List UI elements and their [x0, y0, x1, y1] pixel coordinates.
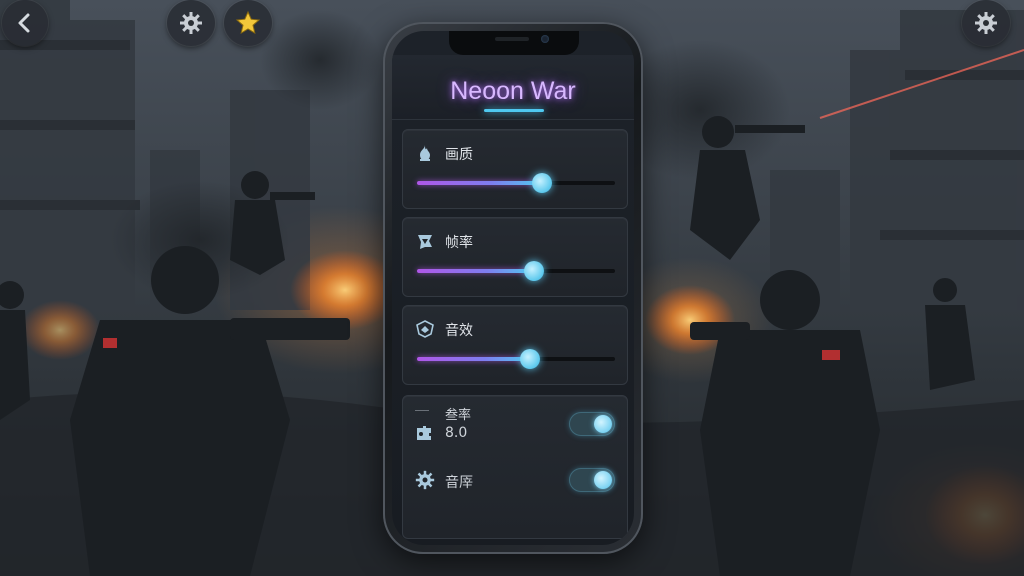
toggle-switch-2[interactable] — [569, 468, 615, 492]
slider-fill — [417, 357, 530, 361]
setting-card-toggles: 叁率 8.0 音厗 — [402, 395, 628, 539]
toggle-row-value-1: 8.0 — [445, 425, 468, 441]
settings-button-right[interactable] — [962, 0, 1010, 46]
game-title: Neoon War — [450, 77, 576, 105]
phone-frame: Neoon War 画质 帧率 音效 叁率 8.0 音厗 — [383, 22, 643, 554]
slider-thumb[interactable] — [523, 261, 544, 281]
emblem-icon — [418, 235, 432, 249]
star-icon — [235, 10, 261, 35]
toggle-switch-1[interactable] — [569, 412, 615, 436]
gear-icon — [415, 470, 435, 490]
setting-label-sound-effects: 音效 — [445, 323, 473, 339]
phone-notch — [449, 31, 579, 55]
speaker-grille — [495, 37, 529, 41]
gear-icon — [975, 12, 997, 34]
toggle-knob — [594, 471, 612, 489]
back-button[interactable] — [2, 0, 48, 46]
toggle-row-label-2: 音厗 — [445, 475, 473, 491]
chevron-left-icon — [18, 13, 30, 33]
flame-icon — [420, 145, 430, 161]
setting-card-framerate: 帧率 — [402, 217, 628, 297]
sound-effects-slider[interactable] — [417, 349, 615, 369]
setting-card-graphics: 画质 — [402, 129, 628, 209]
divider-dash — [415, 410, 429, 411]
slider-fill — [417, 269, 534, 273]
phone-screen: Neoon War 画质 帧率 音效 叁率 8.0 音厗 — [392, 31, 634, 545]
shield-icon — [416, 320, 434, 338]
slider-thumb[interactable] — [531, 173, 552, 193]
toggle-row-label-1: 叁率 — [445, 408, 472, 423]
puzzle-icon — [417, 426, 431, 440]
toggle-knob — [594, 415, 612, 433]
gear-icon — [180, 12, 202, 34]
slider-fill — [417, 181, 542, 185]
graphics-slider[interactable] — [417, 173, 615, 193]
settings-button-left[interactable] — [167, 0, 215, 46]
setting-card-sound-effects: 音效 — [402, 305, 628, 385]
framerate-slider[interactable] — [417, 261, 615, 281]
slider-thumb[interactable] — [519, 349, 540, 369]
title-underline-glow — [484, 109, 544, 112]
setting-label-graphics: 画质 — [445, 147, 473, 163]
setting-label-framerate: 帧率 — [445, 235, 473, 251]
front-camera — [541, 35, 549, 43]
favorite-button[interactable] — [224, 0, 272, 46]
